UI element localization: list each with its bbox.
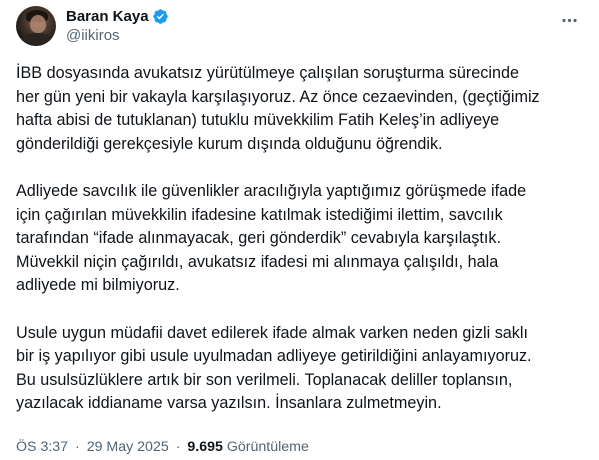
tweet-paragraph: Usule uygun müdafii davet edilerek ifade… <box>16 323 532 413</box>
views-label[interactable]: Görüntüleme <box>227 439 309 455</box>
tweet-card: Baran Kaya @iikiros İBB dosyasında avuka… <box>0 0 599 460</box>
tweet-paragraph: Adliyede savcılık ile güvenlikler aracıl… <box>16 181 527 295</box>
tweet-meta: ÖS 3:37 · 29 May 2025 · 9.695 Görüntülem… <box>16 438 309 456</box>
more-options-icon[interactable] <box>559 10 579 30</box>
display-name-row: Baran Kaya <box>66 7 169 26</box>
avatar[interactable] <box>16 6 56 46</box>
views-count[interactable]: 9.695 <box>187 439 223 455</box>
display-name[interactable]: Baran Kaya <box>66 7 149 26</box>
meta-separator: · <box>175 439 181 455</box>
author-handle[interactable]: @iikiros <box>66 26 169 45</box>
meta-separator: · <box>75 439 80 455</box>
tweet-date[interactable]: 29 May 2025 <box>87 439 169 455</box>
tweet-time[interactable]: ÖS 3:37 <box>16 439 68 455</box>
tweet-paragraph: İBB dosyasında avukatsız yürütülmeye çal… <box>16 64 540 153</box>
tweet-text: İBB dosyasında avukatsız yürütülmeye çal… <box>16 62 586 440</box>
avatar-face <box>30 15 46 33</box>
avatar-shoulders <box>20 33 54 46</box>
author-names: Baran Kaya @iikiros <box>66 7 169 45</box>
tweet-header: Baran Kaya @iikiros <box>16 6 169 46</box>
verified-badge-icon[interactable] <box>152 8 169 25</box>
